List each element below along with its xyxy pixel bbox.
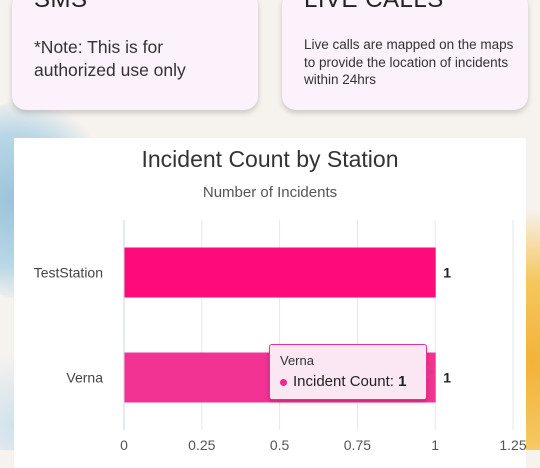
bar	[124, 247, 436, 298]
x-tick-label: 0.5	[270, 437, 290, 453]
live-calls-card-description: Live calls are mapped on the maps to pro…	[304, 37, 514, 87]
live-calls-card-title: LIVE CALLS	[304, 0, 444, 12]
x-tick-label: 0.25	[188, 437, 215, 453]
series-dot-icon	[280, 378, 287, 386]
y-category-label: TestStation	[34, 265, 103, 281]
sms-card[interactable]: SMS *Note: This is for authorized use on…	[12, 0, 258, 110]
x-tick-label: 0	[120, 437, 128, 453]
incident-chart-panel: Incident Count by Station Number of Inci…	[14, 138, 526, 468]
tooltip-value: 1	[398, 373, 407, 390]
bar-data-label: 1	[443, 265, 451, 281]
tooltip-pointer	[426, 364, 434, 380]
bar-chart: 0 0.25 0.5 0.75 1 1.25 TestStation 1 Verna 1	[34, 220, 526, 453]
bar-data-label: 1	[443, 370, 451, 386]
y-category-label: Verna	[66, 370, 103, 386]
x-tick-label: 0.75	[344, 437, 371, 453]
sms-card-note: *Note: This is for authorized use only	[34, 37, 186, 80]
tooltip-category: Verna	[280, 353, 314, 368]
x-tick-label: 1	[431, 437, 439, 453]
bar-tooltip: Verna Incident Count: 1	[269, 344, 434, 400]
live-calls-card[interactable]: LIVE CALLS Live calls are mapped on the …	[282, 0, 528, 110]
tooltip-series: Incident Count	[293, 373, 390, 390]
x-tick-label: 1.25	[499, 437, 526, 453]
sms-card-title: SMS	[34, 0, 88, 12]
